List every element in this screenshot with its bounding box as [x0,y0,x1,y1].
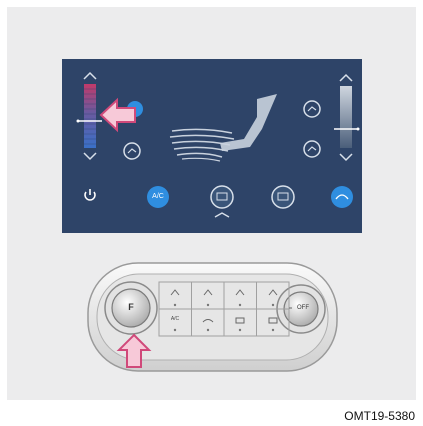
screen-graphics [76,71,360,218]
ac-button-label[interactable]: A/C [149,193,167,200]
mode-face-icon [303,100,321,118]
mode-floor-icon [123,142,141,160]
temp-down-chevron-icon [83,152,97,161]
panel-ac-label[interactable]: A/C [165,316,185,322]
temp-up-chevron-icon [83,71,97,80]
front-defrost-button [210,185,234,209]
figure-code: OMT19-5380 [344,409,415,423]
pointer-arrow-up [116,333,152,368]
recirculation-button [331,186,353,208]
power-icon[interactable] [84,189,96,201]
rear-defrost-button [271,185,295,209]
chevron-up-icon [214,212,230,218]
seat-airflow-graphic [169,94,277,162]
left-knob-label[interactable]: F [125,302,137,312]
mode-defrost-floor-icon [303,140,321,158]
right-knob-label[interactable]: OFF [292,305,314,311]
right-temperature-slider[interactable] [334,73,360,162]
climate-touchscreen: A/C [62,59,362,233]
pointer-arrow-left [99,97,136,133]
